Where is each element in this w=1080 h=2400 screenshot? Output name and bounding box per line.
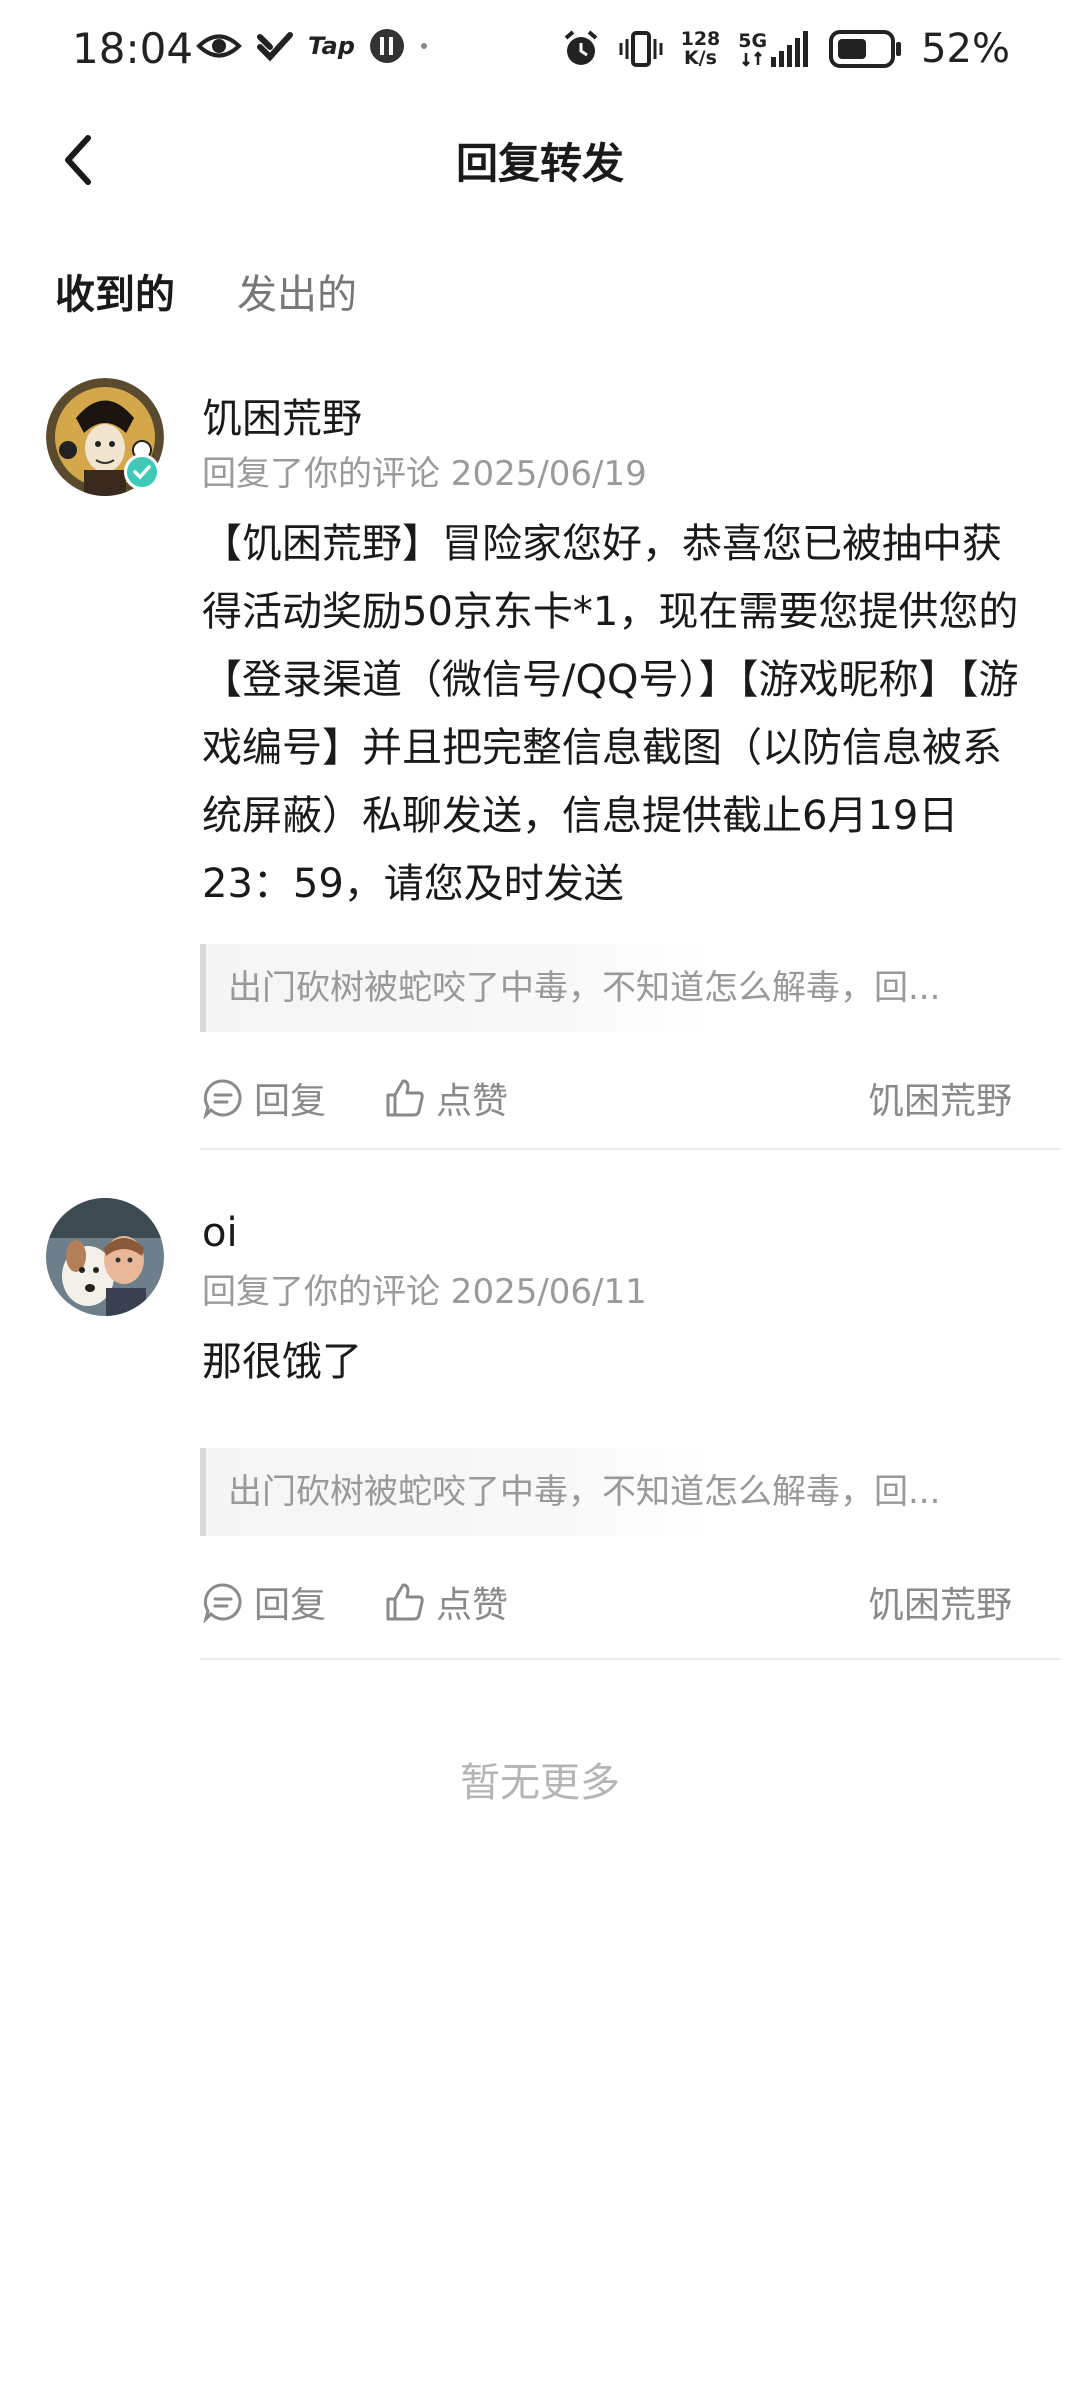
end-of-list-text: 暂无更多 <box>460 1760 620 1806</box>
divider <box>200 1148 1060 1150</box>
app-circle-icon <box>369 29 404 63</box>
reply-comment-icon <box>203 1583 242 1623</box>
reply-button[interactable]: 回复 <box>202 1072 326 1124</box>
status-left-icons: Tap <box>196 28 429 64</box>
network-type: 5G <box>738 30 768 52</box>
like-button[interactable]: 点赞 <box>384 1072 508 1124</box>
user-name[interactable]: oi <box>202 1210 238 1256</box>
battery-percent: 52% <box>921 26 1010 72</box>
reply-comment-icon <box>203 1079 242 1119</box>
message-actions: 回复 点赞 饥困荒野 <box>202 1576 1012 1626</box>
message-actions: 回复 点赞 饥困荒野 <box>202 1072 1012 1122</box>
status-time: 18:04 <box>72 24 194 73</box>
source-game-link[interactable]: 饥困荒野 <box>868 1576 1012 1628</box>
status-bar: 18:04 Tap 128 K/s 5G 52% <box>0 0 1080 100</box>
like-label: 点赞 <box>436 1081 509 1122</box>
reply-meta: 回复了你的评论 2025/06/19 <box>202 454 647 494</box>
app-check-icon <box>257 32 293 62</box>
tap-icon: Tap <box>308 32 355 60</box>
like-button[interactable]: 点赞 <box>384 1576 508 1628</box>
avatar[interactable] <box>46 1198 164 1316</box>
battery-icon <box>829 30 902 68</box>
quoted-comment[interactable]: 出门砍树被蛇咬了中毒，不知道怎么解毒，回... <box>200 1448 940 1536</box>
verified-badge-icon <box>124 454 160 490</box>
dot-icon <box>420 43 427 49</box>
tab-received[interactable]: 收到的 <box>55 262 175 326</box>
message-body: 【饥困荒野】冒险家您好，恭喜您已被抽中获得活动奖励50京东卡*1，现在需要您提供… <box>202 521 1019 907</box>
tab-sent[interactable]: 发出的 <box>237 262 357 326</box>
message-item[interactable]: oi 回复了你的评论 2025/06/11 那很饿了 出门砍树被蛇咬了中毒，不知… <box>0 1198 1080 1660</box>
message-item[interactable]: 饥困荒野 回复了你的评论 2025/06/19 【饥困荒野】冒险家您好，恭喜您已… <box>0 378 1080 1150</box>
signal-icon: 5G <box>738 31 811 67</box>
alarm-icon <box>564 30 597 65</box>
thumbs-up-icon <box>386 1583 424 1621</box>
page-title: 回复转发 <box>455 139 624 188</box>
eye-icon <box>196 34 242 58</box>
vibrate-icon <box>619 31 663 67</box>
tab-bar: 收到的 发出的 <box>55 262 357 326</box>
reply-button[interactable]: 回复 <box>202 1576 326 1628</box>
like-label: 点赞 <box>436 1585 509 1626</box>
reply-label: 回复 <box>254 1585 327 1626</box>
thumbs-up-icon <box>386 1079 424 1117</box>
status-right-icons: 128 K/s 5G 52% <box>561 26 1010 72</box>
message-body: 那很饿了 <box>202 1339 362 1385</box>
header: 回复转发 <box>0 110 1080 210</box>
divider <box>200 1658 1060 1660</box>
source-game-link[interactable]: 饥困荒野 <box>868 1072 1012 1124</box>
reply-label: 回复 <box>254 1081 327 1122</box>
user-name[interactable]: 饥困荒野 <box>202 386 362 444</box>
network-speed: 128 K/s <box>680 28 721 69</box>
quoted-comment[interactable]: 出门砍树被蛇咬了中毒，不知道怎么解毒，回... <box>200 944 940 1032</box>
reply-meta: 回复了你的评论 2025/06/11 <box>202 1272 647 1312</box>
